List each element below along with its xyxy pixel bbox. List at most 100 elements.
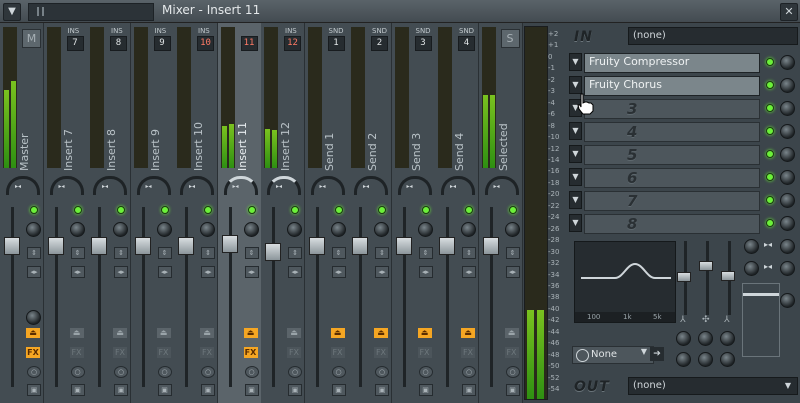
mixer-strip[interactable]: 11 Insert 11 ▸◂ ⇕ ◂▸ ⏏ FX ○ ▣: [217, 23, 262, 403]
effect-slot[interactable]: 7: [584, 191, 760, 211]
save-icon[interactable]: ▣: [27, 384, 41, 396]
mixer-strip[interactable]: INS 12 Insert 12 ▸◂ ⇕ ◂▸ ⏏ FX ○ ▣: [261, 23, 305, 403]
track-name[interactable]: Send 2: [366, 133, 379, 171]
track-number[interactable]: 11: [240, 36, 258, 51]
record-icon[interactable]: ○: [70, 366, 85, 378]
stereo-knob[interactable]: [69, 222, 85, 237]
link-button[interactable]: ◂▸: [418, 266, 433, 278]
track-name[interactable]: Insert 11: [236, 122, 249, 171]
slot-volume-box[interactable]: [742, 283, 780, 357]
volume-fader[interactable]: [315, 207, 319, 387]
track-name[interactable]: Send 1: [323, 133, 336, 171]
route-button[interactable]: ⏏: [243, 328, 258, 338]
mixer-strip[interactable]: S Selected ▸◂ ⇕ ◂▸ ⏏ FX ○ ▣: [478, 23, 523, 403]
pan-knob[interactable]: [223, 176, 258, 195]
route-button[interactable]: ⏏: [156, 328, 171, 338]
fx-toggle-button[interactable]: FX: [243, 347, 258, 358]
link-button[interactable]: ◂▸: [244, 266, 259, 278]
eq-high-freq-knob[interactable]: [720, 331, 735, 346]
swap-button[interactable]: ⇕: [462, 247, 476, 259]
slot-enable-led[interactable]: [766, 58, 774, 66]
swap-button[interactable]: ⇕: [157, 247, 172, 259]
save-icon[interactable]: ▣: [201, 384, 215, 396]
record-icon[interactable]: ○: [201, 366, 215, 378]
slot-enable-led[interactable]: [766, 104, 774, 112]
volume-fader-handle[interactable]: [395, 237, 412, 255]
track-name[interactable]: Insert 8: [105, 129, 118, 171]
fx-toggle-button[interactable]: FX: [417, 347, 432, 358]
track-name[interactable]: Send 3: [410, 133, 423, 171]
track-number[interactable]: 4: [458, 36, 475, 51]
mixer-strip[interactable]: SND 1 Send 1 ▸◂ ⇕ ◂▸ ⏏ FX ○ ▣: [304, 23, 349, 403]
preset-select[interactable]: None ▼: [572, 346, 654, 364]
slot-menu-button[interactable]: ▼: [569, 168, 582, 186]
save-icon[interactable]: ▣: [375, 384, 389, 396]
pan-knob[interactable]: [354, 176, 388, 195]
track-number[interactable]: 2: [371, 36, 388, 51]
enable-led[interactable]: [30, 206, 38, 214]
eq-band-high-handle[interactable]: [721, 271, 735, 281]
link-button[interactable]: ◂▸: [375, 266, 389, 278]
title-bar[interactable]: ▼ Mixer - Insert 11 ✕: [0, 0, 800, 23]
volume-fader-handle[interactable]: [178, 237, 194, 255]
volume-fader-handle[interactable]: [47, 237, 64, 255]
link-button[interactable]: ◂▸: [157, 266, 172, 278]
effect-slot[interactable]: 6: [584, 168, 760, 188]
preset-arrow-button[interactable]: ➔: [650, 347, 664, 361]
track-number[interactable]: 12: [284, 36, 301, 51]
volume-fader[interactable]: [359, 207, 362, 387]
slot-mix-knob[interactable]: [780, 55, 795, 70]
fx-toggle-button[interactable]: FX: [287, 347, 301, 358]
enable-led[interactable]: [117, 206, 125, 214]
eq-low-bw-knob[interactable]: [676, 352, 691, 367]
slot-mix-knob[interactable]: [780, 216, 795, 231]
swap-button[interactable]: ⇕: [27, 247, 41, 259]
swap-button[interactable]: ⇕: [201, 247, 215, 259]
slot-enable-led[interactable]: [766, 219, 774, 227]
volume-knob[interactable]: [744, 261, 759, 276]
slot-menu-button[interactable]: ▼: [569, 53, 582, 71]
track-number[interactable]: 9: [153, 36, 171, 51]
enable-led[interactable]: [465, 206, 473, 214]
record-icon[interactable]: ○: [27, 366, 41, 378]
mixer-strip[interactable]: INS 9 Insert 9 ▸◂ ⇕ ◂▸ ⏏ FX ○ ▣: [130, 23, 175, 403]
effect-slot[interactable]: 3: [584, 99, 760, 119]
volume-fader-handle[interactable]: [439, 237, 455, 255]
track-name[interactable]: Insert 12: [279, 122, 292, 171]
volume-fader[interactable]: [228, 207, 232, 387]
stereo-knob[interactable]: [461, 222, 476, 237]
enable-led[interactable]: [160, 206, 169, 214]
eq-mid-freq-knob[interactable]: [698, 331, 713, 346]
slot-enable-led[interactable]: [766, 127, 774, 135]
route-button[interactable]: ⏏: [374, 328, 388, 338]
slot-mix-knob[interactable]: [780, 147, 795, 162]
slot-mix-knob[interactable]: [780, 170, 795, 185]
record-icon[interactable]: ○: [375, 366, 389, 378]
track-name[interactable]: Master: [18, 133, 31, 171]
pan-knob[interactable]: [397, 176, 432, 195]
mixer-strip[interactable]: INS 7 Insert 7 ▸◂ ⇕ ◂▸ ⏏ FX ○ ▣: [43, 23, 88, 403]
save-icon[interactable]: ▣: [114, 384, 128, 396]
slot-enable-led[interactable]: [766, 173, 774, 181]
route-button[interactable]: ⏏: [417, 328, 432, 338]
slot-menu-button[interactable]: ▼: [569, 214, 582, 232]
effect-slot[interactable]: 4: [584, 122, 760, 142]
pan-knob[interactable]: [310, 176, 345, 195]
record-icon[interactable]: ○: [114, 366, 128, 378]
enable-led[interactable]: [73, 206, 82, 214]
enable-led[interactable]: [334, 206, 343, 214]
track-number[interactable]: 8: [110, 36, 127, 51]
fx-toggle-button[interactable]: FX: [374, 347, 388, 358]
effect-slot[interactable]: Fruity Chorus: [584, 76, 760, 96]
eq-high-bw-knob[interactable]: [720, 352, 735, 367]
track-name[interactable]: Insert 10: [192, 122, 205, 171]
link-button[interactable]: ◂▸: [505, 266, 520, 278]
slot-enable-led[interactable]: [766, 196, 774, 204]
save-icon[interactable]: ▣: [331, 384, 346, 396]
swap-button[interactable]: ⇕: [505, 247, 520, 259]
effect-slot[interactable]: 8: [584, 214, 760, 234]
fx-toggle-button[interactable]: FX: [26, 347, 40, 358]
record-icon[interactable]: ○: [418, 366, 433, 378]
stereo-knob[interactable]: [200, 222, 215, 237]
volume-fader-handle[interactable]: [91, 237, 107, 255]
